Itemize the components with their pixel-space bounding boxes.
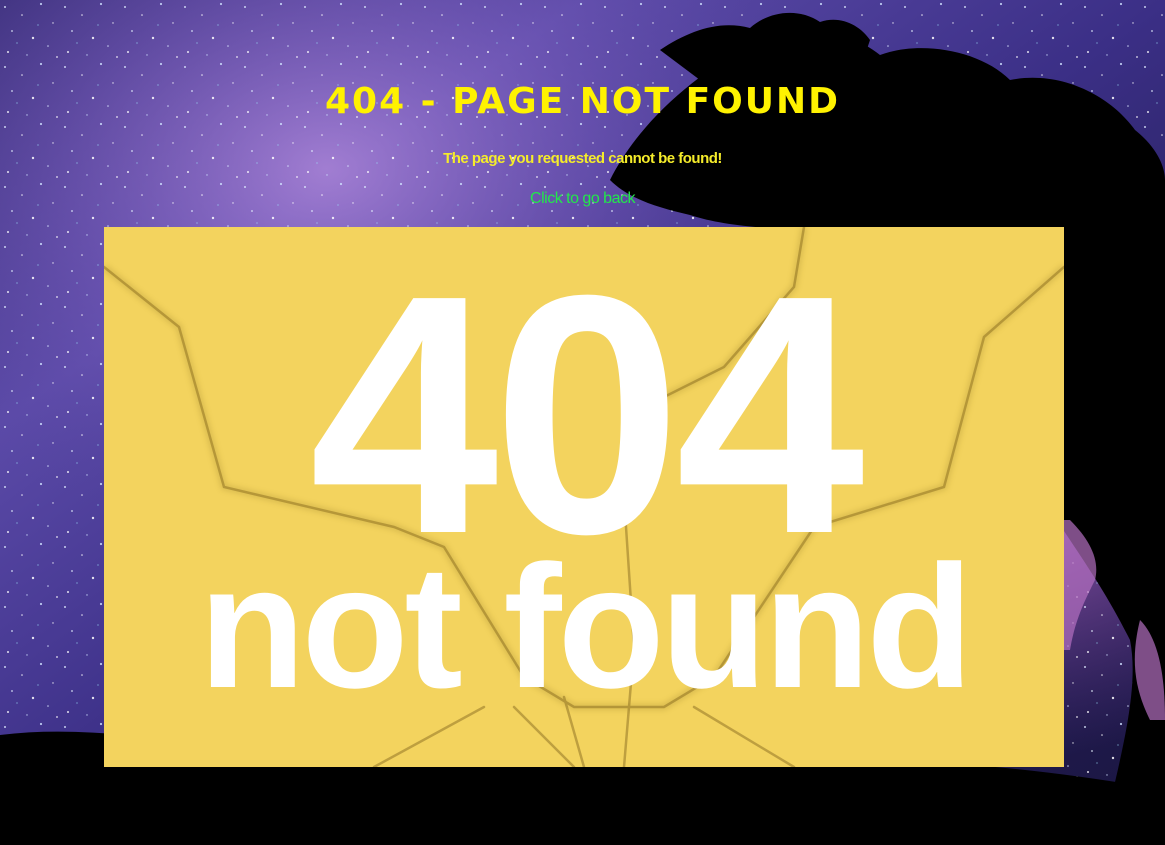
banner-caption-text: not found xyxy=(199,530,970,725)
back-link-container: Click to go back xyxy=(0,187,1165,210)
page-title: 404 - PAGE NOT FOUND xyxy=(324,81,841,122)
error-page: 404 - PAGE NOT FOUND The page you reques… xyxy=(0,0,1165,845)
error-message: The page you requested cannot be found! xyxy=(443,150,722,167)
go-back-link[interactable]: Click to go back xyxy=(530,190,635,207)
not-found-banner: 404 not found xyxy=(104,227,1064,767)
banner-graphic: 404 not found xyxy=(104,227,1064,767)
